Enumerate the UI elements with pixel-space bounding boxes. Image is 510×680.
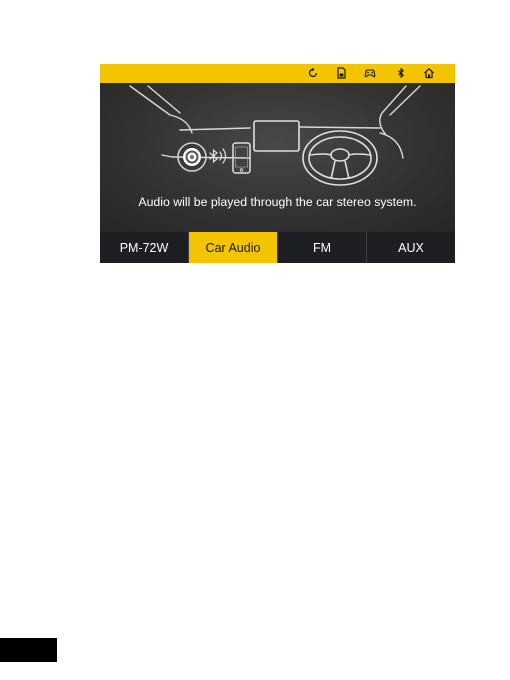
refresh-icon[interactable] [307,67,319,79]
bluetooth-signal-icon [209,148,227,164]
page-edge-tab [0,638,57,662]
head-unit-display [253,120,300,152]
home-icon[interactable] [423,67,435,79]
audio-source-tabs: PM-72W Car Audio FM AUX [100,232,455,263]
bluetooth-icon[interactable] [395,67,407,79]
audio-output-message: Audio will be played through the car ste… [138,195,417,209]
device-screen: Audio will be played through the car ste… [100,64,455,263]
tab-fm[interactable]: FM [278,232,367,263]
gamepad-icon[interactable] [364,67,376,79]
status-bar [100,64,455,83]
steering-wheel [302,130,378,186]
sd-card-icon[interactable] [335,67,347,79]
main-content: Audio will be played through the car ste… [100,83,455,232]
car-interior-illustration [129,85,421,186]
tab-pm-72w[interactable]: PM-72W [100,232,189,263]
tab-car-audio[interactable]: Car Audio [189,232,278,263]
tab-aux[interactable]: AUX [367,232,455,263]
